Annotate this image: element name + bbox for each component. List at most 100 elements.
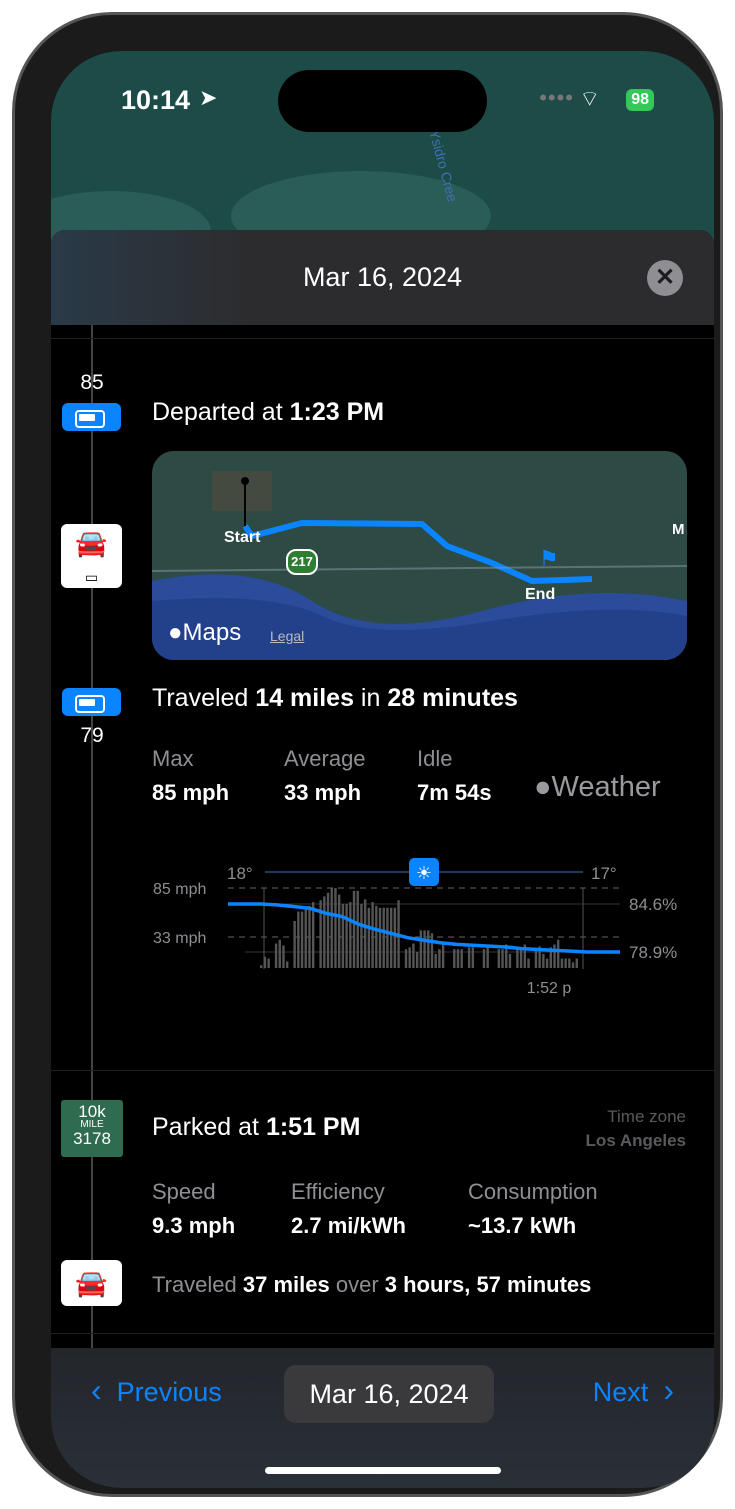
screen: n Ysidro Cree 10:14 ➤ •••• ⌔ 98 Mar 16, … (51, 51, 714, 1488)
speed-bar (408, 947, 411, 968)
speed-bar (297, 911, 300, 968)
speed-bar (260, 965, 263, 968)
speed-bar (412, 943, 415, 968)
speed-bar (471, 947, 475, 968)
speed-bar (267, 958, 270, 968)
speed-bar (375, 905, 378, 968)
speed-bar (460, 949, 463, 968)
speed-bar (571, 962, 575, 968)
parked-stats: Speed 9.3 mph Efficiency 2.7 mi/kWh Consum… (152, 1179, 598, 1239)
x-axis-time-label: 1:52 p (527, 980, 572, 997)
speed-bar (293, 920, 296, 968)
speed-bar (352, 890, 356, 968)
speed-bar (575, 958, 578, 968)
speed-bar (341, 904, 345, 968)
speed-bar (371, 902, 374, 968)
speed-bar (345, 904, 348, 968)
speed-bar (419, 930, 423, 968)
battery-indicator: 98 (626, 89, 654, 111)
speed-bar (508, 953, 512, 968)
speed-bar (519, 947, 523, 968)
speed-bar (285, 961, 289, 968)
speed-bar (300, 911, 304, 968)
phone-frame: n Ysidro Cree 10:14 ➤ •••• ⌔ 98 Mar 16, … (12, 12, 723, 1497)
speed-bar (438, 949, 441, 968)
previous-button[interactable]: ‹ Previous (91, 1372, 222, 1409)
speed-bar (389, 907, 393, 968)
speed-bar (456, 949, 460, 968)
speed-bar (560, 958, 564, 968)
speed-bar (553, 944, 556, 968)
speed-bar (356, 890, 359, 968)
sun-icon: ☀ (416, 863, 432, 883)
battery-tick-label: 78.9% (629, 943, 677, 962)
speed-bar (434, 953, 437, 968)
speed-bar (404, 949, 408, 968)
speed-bar (326, 892, 330, 968)
speed-bar (337, 894, 341, 968)
speed-bar (415, 952, 419, 968)
car-icon: 🚘 (61, 1260, 122, 1306)
speed-bar (274, 943, 278, 968)
stat-efficiency: Efficiency 2.7 mi/kWh (291, 1179, 406, 1238)
date-picker-button[interactable]: Mar 16, 2024 (284, 1365, 494, 1423)
status-bar: 10:14 ➤ •••• ⌔ 98 (51, 70, 714, 132)
speed-bar (516, 949, 519, 968)
stat-speed: Speed 9.3 mph (152, 1179, 236, 1238)
temp-start-label: 18° (227, 864, 253, 883)
speed-bar (360, 904, 363, 968)
parked-text: Parked at 1:51 PM (152, 1113, 361, 1141)
speed-bar (304, 907, 307, 968)
odometer-sign: 10k MILE 3178 (61, 1100, 123, 1157)
speed-bar (482, 949, 486, 968)
speed-bar (393, 907, 397, 968)
speed-bar (545, 958, 549, 968)
stat-consumption: Consumption ~13.7 kWh (468, 1179, 598, 1238)
speed-bar (363, 899, 367, 968)
speed-bar (282, 945, 285, 968)
wifi-icon: ⌔ (579, 86, 600, 111)
speed-bar (278, 939, 281, 968)
speed-bar (427, 930, 430, 968)
speed-bar (568, 958, 571, 968)
speed-bar (497, 949, 501, 968)
speed-bar (542, 953, 545, 968)
speed-bar (263, 956, 267, 968)
speed-bar (367, 907, 371, 968)
dynamic-island (278, 70, 487, 132)
parked-traveled-summary: Traveled 37 miles over 3 hours, 57 minut… (152, 1272, 592, 1297)
speed-bar (386, 907, 389, 968)
time-zone: Time zone Los Angeles (585, 1107, 686, 1150)
speed-bar (486, 944, 489, 968)
speed-bar (349, 902, 352, 968)
temp-end-label: 17° (591, 864, 617, 883)
speed-tick-label: 85 mph (153, 881, 206, 898)
speed-bar (423, 930, 426, 968)
next-button[interactable]: Next › (593, 1372, 674, 1409)
status-time: 10:14 (121, 85, 191, 115)
speed-bar (534, 949, 538, 968)
speed-bar (311, 902, 315, 968)
speed-bar (330, 888, 333, 968)
speed-bar (441, 944, 445, 968)
speed-bar (378, 907, 382, 968)
signal-icon: •••• (539, 85, 574, 110)
speed-bar (501, 949, 504, 968)
speed-tick-label: 33 mph (153, 930, 206, 947)
speed-bar (323, 896, 326, 968)
location-arrow-icon: ➤ (199, 85, 218, 110)
speed-bar (453, 949, 456, 968)
speed-bar (430, 933, 434, 968)
speed-bar (308, 905, 311, 968)
home-indicator[interactable] (265, 1467, 501, 1474)
speed-bar (467, 947, 471, 968)
speed-bar (564, 958, 567, 968)
chevron-left-icon: ‹ (91, 1372, 102, 1408)
speed-bar (382, 907, 385, 968)
speed-bar (557, 939, 560, 968)
trip-sheet: Mar 16, 2024 ✕ 85 Departed at 1:23 PM 🚘 ▭… (51, 230, 714, 1488)
speed-bar (334, 888, 337, 968)
speed-bar (527, 958, 530, 968)
chevron-right-icon: › (663, 1372, 674, 1408)
speed-battery-chart: ☀ 18° 17° 85 mph 33 mph 84.6% 78.9% 1:52 p (153, 858, 677, 997)
